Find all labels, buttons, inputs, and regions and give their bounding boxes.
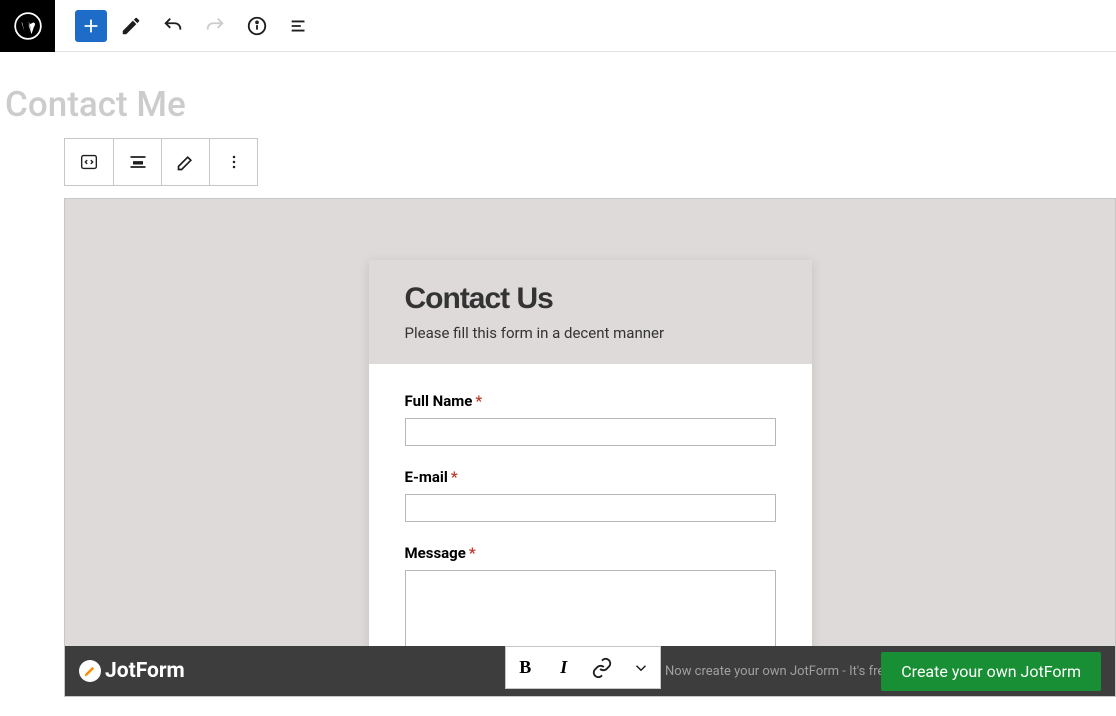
more-format-button[interactable] [622, 647, 661, 688]
more-vertical-icon [224, 152, 244, 172]
redo-button[interactable] [197, 8, 233, 44]
undo-button[interactable] [155, 8, 191, 44]
editor-top-toolbar [0, 0, 1116, 52]
jotform-footer-bar: JotForm B I Now create your own JotForm … [65, 646, 1115, 696]
info-button[interactable] [239, 8, 275, 44]
wordpress-logo[interactable] [0, 0, 55, 52]
undo-icon [162, 15, 184, 37]
page-title[interactable]: Contact Me [0, 52, 1116, 126]
chevron-down-icon [632, 659, 650, 677]
format-toolbar: B I [505, 646, 661, 689]
wordpress-icon [14, 12, 42, 40]
align-button[interactable] [113, 139, 161, 185]
html-block-icon [78, 151, 100, 173]
block-toolbar [64, 138, 258, 186]
more-options-button[interactable] [209, 139, 257, 185]
form-card: Contact Us Please fill this form in a de… [369, 260, 812, 664]
outline-button[interactable] [281, 8, 317, 44]
top-actions-group [55, 8, 317, 44]
add-block-button[interactable] [75, 10, 107, 42]
link-icon [591, 657, 613, 679]
required-asterisk: * [475, 392, 482, 410]
pencil-icon [120, 15, 142, 37]
email-label-text: E-mail [405, 468, 448, 486]
list-outline-icon [288, 15, 310, 37]
block-type-button[interactable] [65, 139, 113, 185]
info-icon [246, 15, 268, 37]
fullname-label: Full Name* [405, 392, 776, 410]
message-label-text: Message [405, 544, 466, 562]
jotform-pen-icon [79, 660, 101, 682]
italic-button[interactable]: I [545, 647, 584, 688]
form-subheading: Please fill this form in a decent manner [405, 324, 776, 342]
fullname-field: Full Name* [405, 392, 776, 446]
redo-icon [204, 15, 226, 37]
pencil-icon [176, 152, 196, 172]
align-icon [128, 152, 148, 172]
create-jotform-button[interactable]: Create your own JotForm [881, 652, 1101, 691]
message-label: Message* [405, 544, 776, 562]
jotform-brand-text: JotForm [105, 659, 185, 683]
edit-mode-button[interactable] [113, 8, 149, 44]
required-asterisk: * [451, 468, 458, 486]
link-button[interactable] [583, 647, 622, 688]
email-label: E-mail* [405, 468, 776, 486]
fullname-input[interactable] [405, 418, 776, 446]
required-asterisk: * [469, 544, 476, 562]
email-input[interactable] [405, 494, 776, 522]
fullname-label-text: Full Name [405, 392, 473, 410]
embed-preview-area: Contact Us Please fill this form in a de… [64, 198, 1116, 697]
form-body: Full Name* E-mail* Message* [369, 364, 812, 664]
jotform-logo[interactable]: JotForm [79, 659, 185, 683]
form-header: Contact Us Please fill this form in a de… [369, 260, 812, 364]
email-field: E-mail* [405, 468, 776, 522]
promo-text: Now create your own JotForm - It's free! [665, 664, 895, 679]
plus-icon [80, 15, 102, 37]
form-heading: Contact Us [405, 282, 776, 316]
bold-button[interactable]: B [506, 647, 545, 688]
edit-html-button[interactable] [161, 139, 209, 185]
